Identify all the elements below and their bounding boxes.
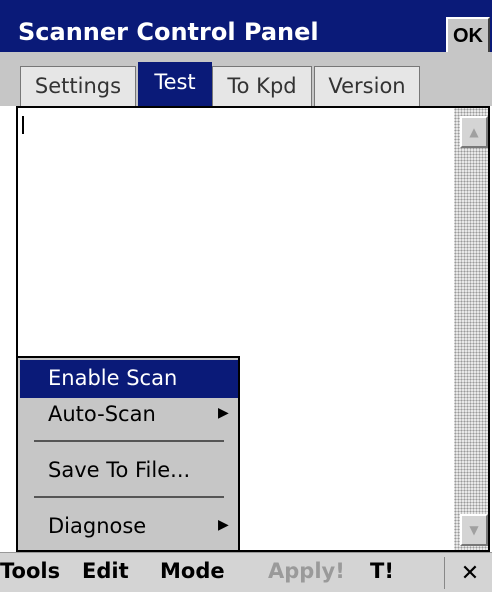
window-title: Scanner Control Panel (18, 18, 319, 46)
scroll-down-button[interactable]: ▼ (460, 514, 488, 546)
menu-item-auto-scan[interactable]: Auto-Scan ▶ (20, 396, 238, 434)
menu-edit[interactable]: Edit (82, 559, 129, 583)
menu-item-label: Auto-Scan (48, 402, 156, 426)
menu-item-label: Diagnose (48, 514, 147, 538)
menu-separator (34, 440, 224, 442)
arrow-down-icon: ▼ (469, 523, 479, 537)
menu-mode[interactable]: Mode (160, 559, 225, 583)
menu-bar-divider (444, 557, 445, 589)
tools-menu: Enable Scan Auto-Scan ▶ Save To File... … (16, 356, 240, 552)
tab-settings[interactable]: Settings (20, 66, 136, 107)
tab-version[interactable]: Version (314, 66, 420, 107)
ok-button[interactable]: OK (446, 17, 490, 55)
tab-test[interactable]: Test (138, 62, 212, 107)
tab-to-kpd[interactable]: To Kpd (212, 66, 312, 107)
menu-tools[interactable]: Tools (0, 559, 60, 583)
arrow-up-icon: ▲ (469, 125, 479, 139)
menu-item-label: Save To File... (48, 458, 191, 482)
text-caret (22, 116, 24, 134)
submenu-arrow-icon: ▶ (218, 517, 229, 533)
menu-t[interactable]: T! (370, 559, 394, 583)
menu-separator (34, 496, 224, 498)
scroll-up-button[interactable]: ▲ (460, 116, 488, 148)
menu-item-diagnose[interactable]: Diagnose ▶ (20, 508, 238, 546)
menu-item-enable-scan[interactable]: Enable Scan (20, 360, 238, 398)
tab-strip: Settings Test To Kpd Version (0, 52, 492, 107)
submenu-arrow-icon: ▶ (218, 405, 229, 421)
menu-item-label: Enable Scan (48, 366, 178, 390)
vertical-scrollbar[interactable] (454, 108, 488, 550)
menu-apply-disabled: Apply! (268, 559, 345, 583)
menu-bar: Tools Edit Mode Apply! T! ✕ (0, 552, 492, 592)
menu-item-save-to-file[interactable]: Save To File... (20, 452, 238, 490)
close-icon[interactable]: ✕ (450, 555, 490, 591)
